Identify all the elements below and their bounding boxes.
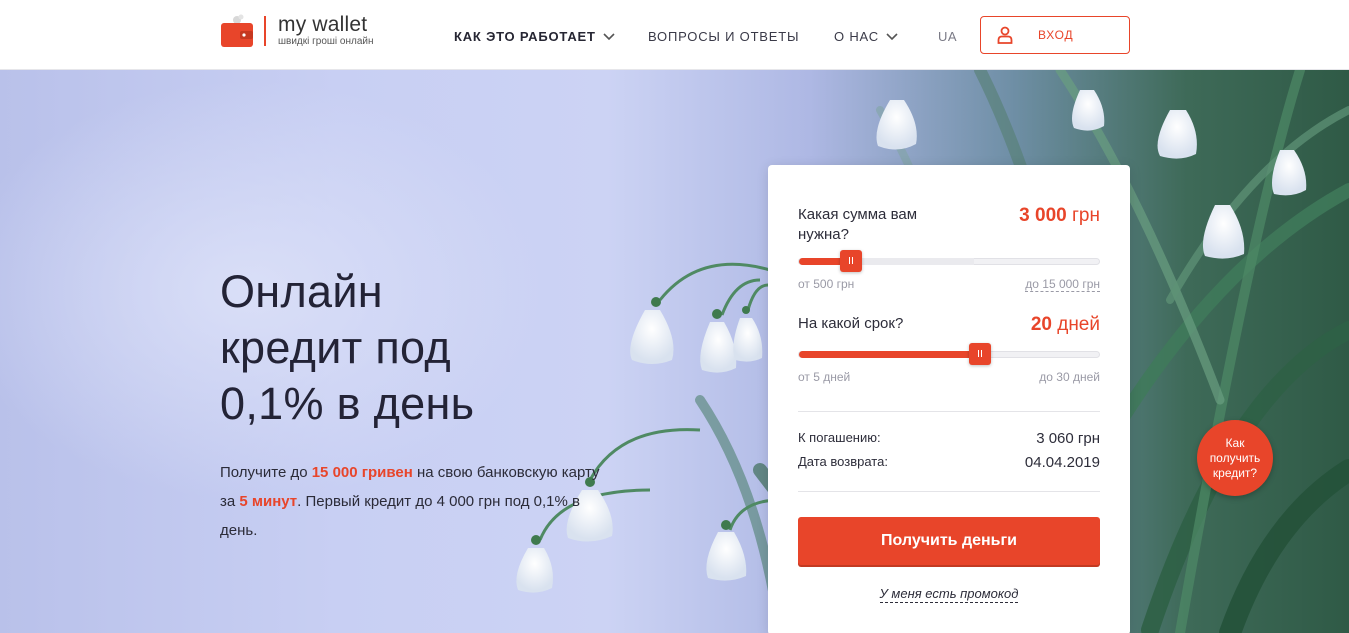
logo-divider (264, 16, 266, 46)
site-header: my wallet швидкі гроші онлайн КАК ЭТО РА… (0, 0, 1349, 70)
amount-value-unit: грн (1066, 205, 1100, 226)
amount-slider[interactable] (798, 250, 1100, 272)
get-money-button[interactable]: Получить деньги (798, 517, 1100, 565)
term-max-label: до 30 дней (1039, 370, 1100, 384)
promo-code-label: У меня есть промокод (879, 586, 1019, 603)
amount-question: Какая сумма вам нужна? (798, 206, 918, 243)
amount-max-label[interactable]: до 15 000 грн (1025, 277, 1100, 292)
term-value-unit: дней (1051, 314, 1100, 335)
amount-value: 3 000 грн (1019, 205, 1100, 227)
chevron-down-icon (886, 32, 898, 40)
login-button[interactable]: ВХОД (980, 16, 1130, 54)
hero-headline-line: Онлайн (220, 266, 383, 317)
hero-max-amount: 15 000 гривен (311, 464, 413, 481)
user-icon (997, 26, 1013, 44)
term-value: 20 дней (1031, 314, 1100, 336)
nav-about[interactable]: О НАС (834, 29, 899, 44)
nav-faq-label: ВОПРОСЫ И ОТВЕТЫ (648, 29, 800, 44)
amount-slider-handle[interactable] (840, 250, 862, 272)
help-bubble-label: Как получить кредит? (1209, 435, 1261, 480)
repay-label: К погашению: (798, 430, 881, 445)
return-date-value: 04.04.2019 (1024, 454, 1100, 471)
return-date-label: Дата возврата: (798, 454, 888, 469)
term-slider-handle[interactable] (969, 343, 991, 365)
hero-headline-line: 0,1% в день (220, 378, 475, 429)
hero-headline-line: кредит под (220, 322, 451, 373)
logo-text: my wallet швидкі гроші онлайн (278, 14, 374, 48)
term-slider[interactable] (798, 343, 1100, 365)
promo-code-link[interactable]: У меня есть промокод (768, 586, 1130, 603)
language-switch[interactable]: UA (938, 29, 957, 44)
divider (798, 411, 1100, 412)
term-value-number: 20 (1030, 314, 1052, 335)
logo-tagline: швидкі гроші онлайн (278, 36, 374, 47)
amount-min-label: от 500 грн (798, 277, 855, 291)
nav-how-it-works-label: КАК ЭТО РАБОТАЕТ (454, 29, 596, 44)
hero-time: 5 минут (239, 493, 298, 510)
loan-calculator: Какая сумма вам нужна? 3 000 грн от 500 … (768, 165, 1130, 633)
snowdrop-background-image (516, 70, 1349, 633)
term-slider-fill (799, 351, 980, 358)
repay-value: 3 060 грн (1036, 430, 1100, 447)
logo[interactable]: my wallet швидкі гроші онлайн (220, 14, 374, 48)
hero-description: Получите до 15 000 гривен на свою банков… (220, 458, 600, 545)
term-min-label: от 5 дней (798, 370, 851, 384)
nav-faq[interactable]: ВОПРОСЫ И ОТВЕТЫ (648, 29, 799, 44)
logo-name: my wallet (278, 13, 368, 36)
wallet-icon (221, 14, 253, 47)
amount-slider-buffer (851, 258, 974, 265)
divider (798, 491, 1100, 492)
how-to-get-loan-bubble[interactable]: Как получить кредит? (1197, 420, 1273, 496)
chevron-down-icon (603, 32, 615, 40)
nav-how-it-works[interactable]: КАК ЭТО РАБОТАЕТ (454, 29, 616, 44)
nav-about-label: О НАС (834, 29, 879, 44)
hero-description-text: Получите до (220, 464, 312, 481)
term-question: На какой срок? (798, 315, 904, 332)
login-label: ВХОД (1038, 28, 1074, 42)
amount-value-number: 3 000 (1019, 205, 1067, 226)
hero-section: Онлайн кредит под 0,1% в день Получите д… (0, 70, 1349, 633)
hero-headline: Онлайн кредит под 0,1% в день (220, 264, 640, 432)
